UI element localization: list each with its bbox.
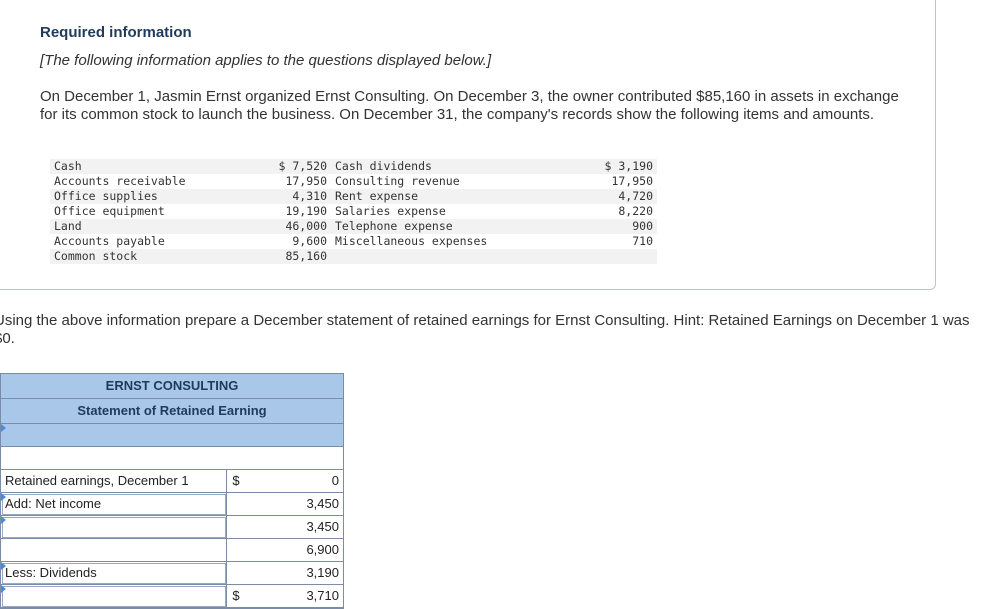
account-row: Office supplies 4,310 Rent expense 4,720 (50, 189, 657, 204)
account-name: Accounts receivable (54, 174, 186, 188)
account-amount (589, 249, 657, 264)
statement-label-input[interactable] (1, 539, 227, 562)
currency-symbol (227, 539, 245, 562)
statement-row: 6,900 (1, 539, 343, 562)
statement-amount-input[interactable]: 0 (245, 470, 343, 493)
account-amount: 4,720 (589, 189, 657, 204)
account-row: Land 46,000 Telephone expense 900 (50, 219, 657, 234)
statement-title: Statement of Retained Earning (1, 399, 343, 424)
statement-label-input[interactable]: Add: Net income (1, 493, 227, 516)
account-name: Office equipment (54, 204, 165, 218)
account-name: Telephone expense (331, 219, 589, 234)
account-amount: 4,310 (263, 189, 331, 204)
dropdown-marker-icon (1, 562, 6, 570)
account-amount: 17,950 (285, 174, 327, 188)
account-row: Cash $ 7,520 Cash dividends $ 3,190 (50, 159, 657, 174)
statement-label-input[interactable] (1, 516, 227, 539)
statement-label-input[interactable]: Retained earnings, December 1 (1, 470, 227, 493)
dropdown-marker-icon (1, 424, 6, 432)
account-name: Salaries expense (335, 204, 446, 218)
account-row: Office equipment 19,190 Salaries expense 8,… (50, 204, 657, 219)
account-name: Consulting revenue (335, 174, 460, 188)
currency-symbol (227, 516, 245, 539)
statement-row: Less: Dividends 3,190 (1, 562, 343, 585)
currency-symbol (227, 562, 245, 585)
currency-symbol: $ (227, 585, 245, 608)
account-name: Miscellaneous expenses (335, 234, 488, 248)
account-name: Accounts payable (54, 234, 165, 248)
statement-company-name: ERNST CONSULTING (1, 374, 343, 399)
statement-date-input[interactable] (1, 424, 343, 447)
statement-amount-input[interactable]: 3,710 (245, 585, 343, 608)
account-amount: 85,160 (263, 249, 331, 264)
problem-description: On December 1, Jasmin Ernst organized Er… (40, 88, 899, 123)
account-amount: $ 7,520 (263, 159, 331, 174)
statement-row: Retained earnings, December 1 $0 (1, 470, 343, 493)
account-name (331, 249, 589, 264)
account-amount: 8,220 (618, 204, 653, 218)
statement-amount-input[interactable]: 3,450 (245, 516, 343, 539)
account-name: Land (50, 219, 263, 234)
statement-label-input[interactable]: Less: Dividends (1, 562, 227, 585)
account-row: Accounts receivable 17,950 Consulting reve… (50, 174, 657, 189)
statement-label-input[interactable] (1, 585, 227, 608)
account-amount: 19,190 (285, 204, 327, 218)
dropdown-marker-icon (1, 516, 6, 524)
statement-amount-input[interactable]: 6,900 (245, 539, 343, 562)
accounts-table: Cash $ 7,520 Cash dividends $ 3,190 Accounts… (50, 159, 657, 264)
retained-earnings-statement: ERNST CONSULTING Statement of Retained E… (0, 373, 344, 609)
account-amount: 17,950 (611, 174, 653, 188)
dropdown-marker-icon (1, 493, 6, 501)
account-name: Office supplies (50, 189, 263, 204)
currency-symbol (227, 493, 245, 516)
currency-symbol: $ (227, 470, 245, 493)
account-name: Common stock (50, 249, 263, 264)
statement-label-text: Add: Net income (5, 496, 102, 511)
account-name: Rent expense (331, 189, 589, 204)
statement-row: 3,450 (1, 516, 343, 539)
required-information-subtitle: [The following information applies to th… (40, 52, 492, 69)
account-amount: $ 3,190 (589, 159, 657, 174)
required-information-title: Required information (40, 24, 192, 41)
statement-amount-input[interactable]: 3,190 (245, 562, 343, 585)
statement-label-text: Less: Dividends (5, 565, 97, 580)
account-amount: 900 (589, 219, 657, 234)
account-name: Cash dividends (331, 159, 589, 174)
question-text: Using the above information prepare a De… (0, 312, 970, 347)
account-amount: 46,000 (263, 219, 331, 234)
account-amount: 9,600 (292, 234, 327, 248)
account-amount: 710 (632, 234, 653, 248)
dropdown-marker-icon (1, 585, 6, 593)
account-name: Cash (50, 159, 263, 174)
statement-spacer (1, 447, 343, 470)
statement-row: $3,710 (1, 585, 343, 608)
statement-amount-input[interactable]: 3,450 (245, 493, 343, 516)
account-row: Common stock 85,160 (50, 249, 657, 264)
statement-row: Add: Net income 3,450 (1, 493, 343, 516)
statement-label-text: Retained earnings, December 1 (5, 473, 189, 488)
account-row: Accounts payable 9,600 Miscellaneous expen… (50, 234, 657, 249)
